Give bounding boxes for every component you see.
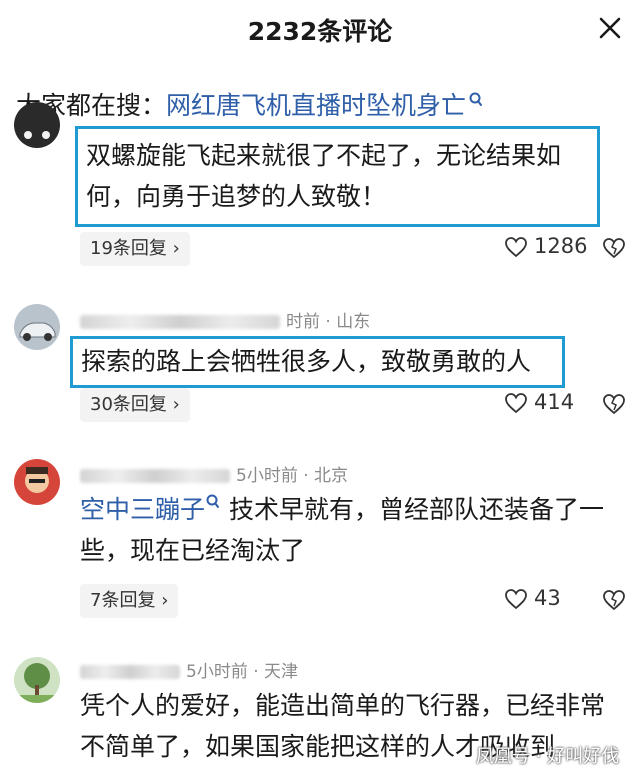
avatar[interactable] xyxy=(14,459,60,505)
avatar[interactable] xyxy=(14,657,60,703)
search-icon xyxy=(205,494,221,524)
dislike-icon[interactable] xyxy=(602,393,626,419)
search-icon xyxy=(468,86,484,115)
comments-header: 2232条评论 xyxy=(0,0,640,60)
comment-item: 双螺旋能飞起来就很了不起了，无论结果如何，向勇于追梦的人致敬！ 19条回复 › … xyxy=(0,102,640,276)
comment-meta: 5小时前 · 北京 xyxy=(80,461,348,486)
dislike-icon[interactable] xyxy=(602,589,626,615)
comment-time-location: 5小时前 · 天津 xyxy=(186,662,299,682)
comment-time-location: 时前 · 山东 xyxy=(286,312,371,332)
watermark: 凤凰号 · 好叫好伐 xyxy=(476,746,620,767)
heart-icon xyxy=(505,589,527,610)
comment-item: 5小时前 · 北京 空中三蹦子 技术早就有，曾经部队还装备了一些，现在已经淘汰了… xyxy=(0,456,640,626)
like-button[interactable]: 43 xyxy=(504,586,561,610)
hot-search-bar: 大家都在搜：网红唐飞机直播时坠机身亡 xyxy=(16,86,484,122)
reply-count: 19条回复 xyxy=(90,238,167,259)
comment-time-location: 5小时前 · 北京 xyxy=(236,466,349,486)
comment-text: 双螺旋能飞起来就很了不起了，无论结果如何，向勇于追梦的人致敬！ xyxy=(75,126,600,227)
reply-button[interactable]: 7条回复 › xyxy=(80,584,179,618)
blurred-username xyxy=(80,469,230,483)
topic-link[interactable]: 空中三蹦子 xyxy=(80,495,205,524)
reply-button[interactable]: 30条回复 › xyxy=(80,388,190,422)
avatar[interactable] xyxy=(14,102,60,148)
hot-search-link[interactable]: 网红唐飞机直播时坠机身亡 xyxy=(166,91,466,120)
close-icon[interactable] xyxy=(596,14,624,42)
reply-count: 30条回复 xyxy=(90,394,167,415)
like-count: 414 xyxy=(534,390,575,414)
comment-item: 时前 · 山东 探索的路上会牺牲很多人，致敬勇敢的人 30条回复 › 414 xyxy=(0,302,640,432)
comment-text: 探索的路上会牺牲很多人，致敬勇敢的人 xyxy=(70,336,565,388)
chevron-right-icon: › xyxy=(172,238,180,259)
chevron-right-icon: › xyxy=(172,394,180,415)
dislike-icon[interactable] xyxy=(602,237,626,263)
blurred-username xyxy=(80,665,180,679)
reply-count: 7条回复 xyxy=(90,590,156,611)
like-count: 43 xyxy=(534,586,561,610)
avatar[interactable] xyxy=(14,304,60,350)
comments-title: 2232条评论 xyxy=(247,17,393,46)
blurred-username xyxy=(80,315,280,329)
like-button[interactable]: 414 xyxy=(504,390,574,414)
like-count: 1286 xyxy=(534,234,588,258)
heart-icon xyxy=(505,237,527,258)
chevron-right-icon: › xyxy=(161,590,169,611)
heart-icon xyxy=(505,393,527,414)
comment-meta: 5小时前 · 天津 xyxy=(80,657,298,682)
like-button[interactable]: 1286 xyxy=(504,234,587,258)
reply-button[interactable]: 19条回复 › xyxy=(80,232,190,266)
comment-text: 空中三蹦子 技术早就有，曾经部队还装备了一些，现在已经淘汰了 xyxy=(80,489,620,571)
comment-meta: 时前 · 山东 xyxy=(80,307,370,332)
